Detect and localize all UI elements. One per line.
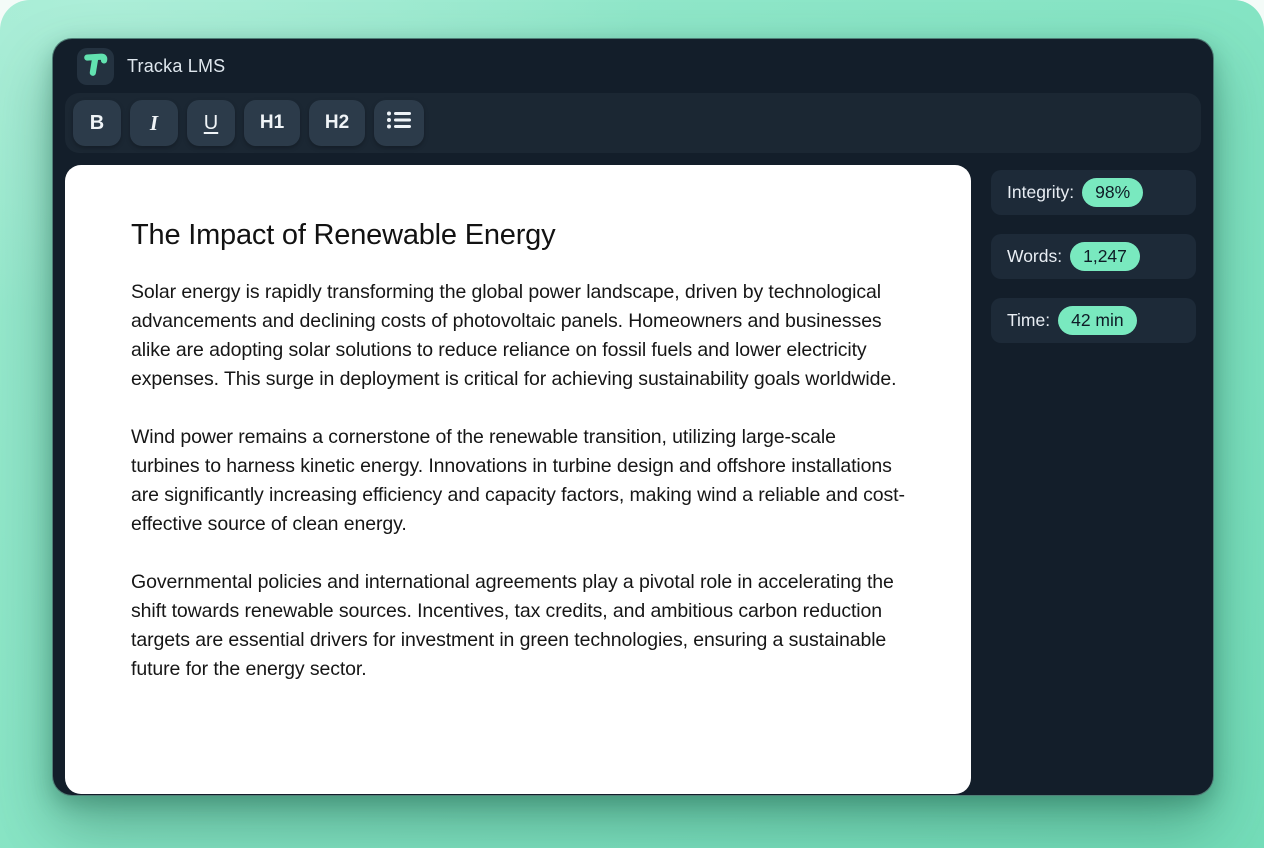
- words-stat-card: Words: 1,247: [991, 234, 1196, 279]
- time-label: Time:: [1007, 310, 1051, 330]
- integrity-value-badge: 98%: [1082, 178, 1144, 207]
- words-value-badge: 1,247: [1070, 242, 1140, 271]
- integrity-stat-card: Integrity: 98%: [991, 170, 1196, 215]
- app-window: Tracka LMS B I U H1 H2 The Impact of Ren…: [52, 38, 1214, 796]
- document-paragraph-policy[interactable]: Governmental policies and international …: [131, 568, 907, 684]
- document-editor[interactable]: The Impact of Renewable Energy Solar ene…: [65, 165, 971, 794]
- document-paragraph-wind[interactable]: Wind power remains a cornerstone of the …: [131, 423, 907, 539]
- titlebar: Tracka LMS: [77, 46, 225, 86]
- heading2-button[interactable]: H2: [309, 100, 365, 146]
- tracka-logo-icon: [77, 45, 114, 87]
- document-title[interactable]: The Impact of Renewable Energy: [131, 219, 911, 252]
- app-logo: [77, 45, 114, 87]
- italic-button[interactable]: I: [130, 100, 178, 146]
- page-background: Tracka LMS B I U H1 H2 The Impact of Ren…: [0, 0, 1264, 848]
- app-title: Tracka LMS: [127, 55, 226, 76]
- bullet-list-button[interactable]: [374, 100, 424, 146]
- stats-sidebar: Integrity: 98% Words: 1,247 Time: 42 min: [991, 170, 1196, 343]
- underline-button[interactable]: U: [187, 100, 235, 146]
- time-stat-card: Time: 42 min: [991, 298, 1196, 343]
- formatting-toolbar: B I U H1 H2: [65, 93, 1201, 153]
- words-label: Words:: [1007, 246, 1063, 266]
- bullet-list-icon: [386, 109, 412, 137]
- time-value-badge: 42 min: [1058, 306, 1137, 335]
- heading1-button[interactable]: H1: [244, 100, 300, 146]
- bold-button[interactable]: B: [73, 100, 121, 146]
- integrity-label: Integrity:: [1007, 182, 1075, 202]
- document-paragraph-solar[interactable]: Solar energy is rapidly transforming the…: [131, 278, 907, 394]
